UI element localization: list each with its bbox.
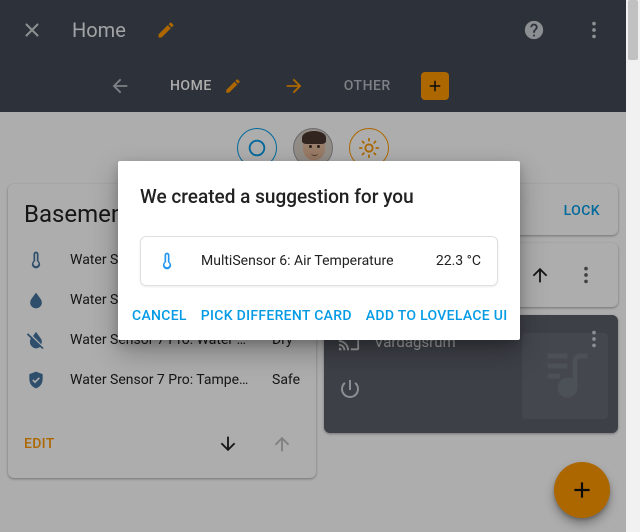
suggestion-dialog: We created a suggestion for you MultiSen… (118, 161, 520, 340)
entity-name: MultiSensor 6: Air Temperature (201, 253, 412, 269)
entity-state: 22.3 °C (436, 253, 481, 269)
thermometer-icon (157, 251, 177, 271)
dialog-title: We created a suggestion for you (140, 185, 498, 208)
pick-different-card-button[interactable]: PICK DIFFERENT CARD (201, 308, 352, 324)
suggested-entity-card: MultiSensor 6: Air Temperature 22.3 °C (140, 236, 498, 286)
add-to-lovelace-button[interactable]: ADD TO LOVELACE UI (366, 308, 508, 324)
vertical-scrollbar[interactable] (626, 0, 640, 532)
scrollbar-thumb[interactable] (628, 0, 638, 60)
cancel-button[interactable]: CANCEL (132, 308, 187, 324)
